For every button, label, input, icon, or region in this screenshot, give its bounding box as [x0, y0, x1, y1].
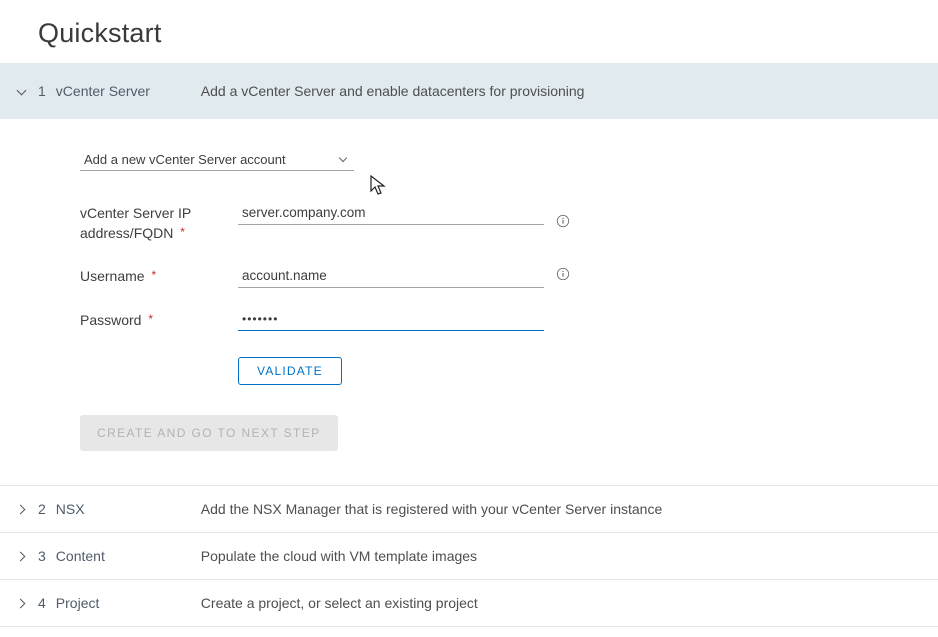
- step-header-vcenter[interactable]: 1 vCenter Server Add a vCenter Server an…: [0, 63, 938, 119]
- label-text: Username: [80, 268, 145, 284]
- chevron-right-icon: [14, 550, 28, 564]
- quickstart-accordion: 1 vCenter Server Add a vCenter Server an…: [0, 63, 938, 627]
- step-body-vcenter: Add a new vCenter Server account vCenter…: [0, 119, 938, 485]
- username-input[interactable]: [238, 266, 544, 288]
- password-label: Password *: [80, 310, 238, 331]
- chevron-down-icon: [14, 85, 28, 99]
- chevron-right-icon: [14, 597, 28, 611]
- step-number: 3: [38, 548, 46, 564]
- step-title: Content: [56, 548, 161, 564]
- step-title: Project: [56, 595, 161, 611]
- label-text: vCenter Server IP address/FQDN: [80, 205, 191, 241]
- required-asterisk: *: [148, 312, 153, 326]
- form-row-password: Password *: [80, 310, 858, 331]
- step-title: NSX: [56, 501, 161, 517]
- step-item-content: 3 Content Populate the cloud with VM tem…: [0, 533, 938, 580]
- form-row-ip: vCenter Server IP address/FQDN *: [80, 203, 858, 244]
- info-icon[interactable]: [556, 214, 570, 228]
- step-number: 4: [38, 595, 46, 611]
- step-header-project[interactable]: 4 Project Create a project, or select an…: [0, 580, 938, 626]
- step-item-nsx: 2 NSX Add the NSX Manager that is regist…: [0, 486, 938, 533]
- required-asterisk: *: [151, 268, 156, 282]
- step-item-vcenter: 1 vCenter Server Add a vCenter Server an…: [0, 63, 938, 486]
- ip-fqdn-input[interactable]: [238, 203, 544, 225]
- create-next-step-button: CREATE AND GO TO NEXT STEP: [80, 415, 338, 451]
- step-description: Add a vCenter Server and enable datacent…: [201, 83, 585, 99]
- info-icon[interactable]: [556, 267, 570, 281]
- password-input[interactable]: [238, 310, 544, 331]
- step-number: 2: [38, 501, 46, 517]
- step-number: 1: [38, 83, 46, 99]
- step-header-content[interactable]: 3 Content Populate the cloud with VM tem…: [0, 533, 938, 579]
- page-title: Quickstart: [0, 0, 938, 63]
- validate-button[interactable]: VALIDATE: [238, 357, 342, 385]
- required-asterisk: *: [180, 225, 185, 239]
- step-description: Populate the cloud with VM template imag…: [201, 548, 477, 564]
- username-label: Username *: [80, 266, 238, 287]
- step-title: vCenter Server: [56, 83, 161, 99]
- step-header-nsx[interactable]: 2 NSX Add the NSX Manager that is regist…: [0, 486, 938, 532]
- step-description: Add the NSX Manager that is registered w…: [201, 501, 662, 517]
- chevron-down-icon: [338, 155, 348, 165]
- step-item-project: 4 Project Create a project, or select an…: [0, 580, 938, 627]
- account-dropdown[interactable]: Add a new vCenter Server account: [80, 149, 354, 171]
- chevron-right-icon: [14, 503, 28, 517]
- ip-label: vCenter Server IP address/FQDN *: [80, 203, 238, 244]
- validate-row: VALIDATE: [238, 357, 858, 385]
- label-text: Password: [80, 312, 141, 328]
- form-row-username: Username *: [80, 266, 858, 288]
- step-description: Create a project, or select an existing …: [201, 595, 478, 611]
